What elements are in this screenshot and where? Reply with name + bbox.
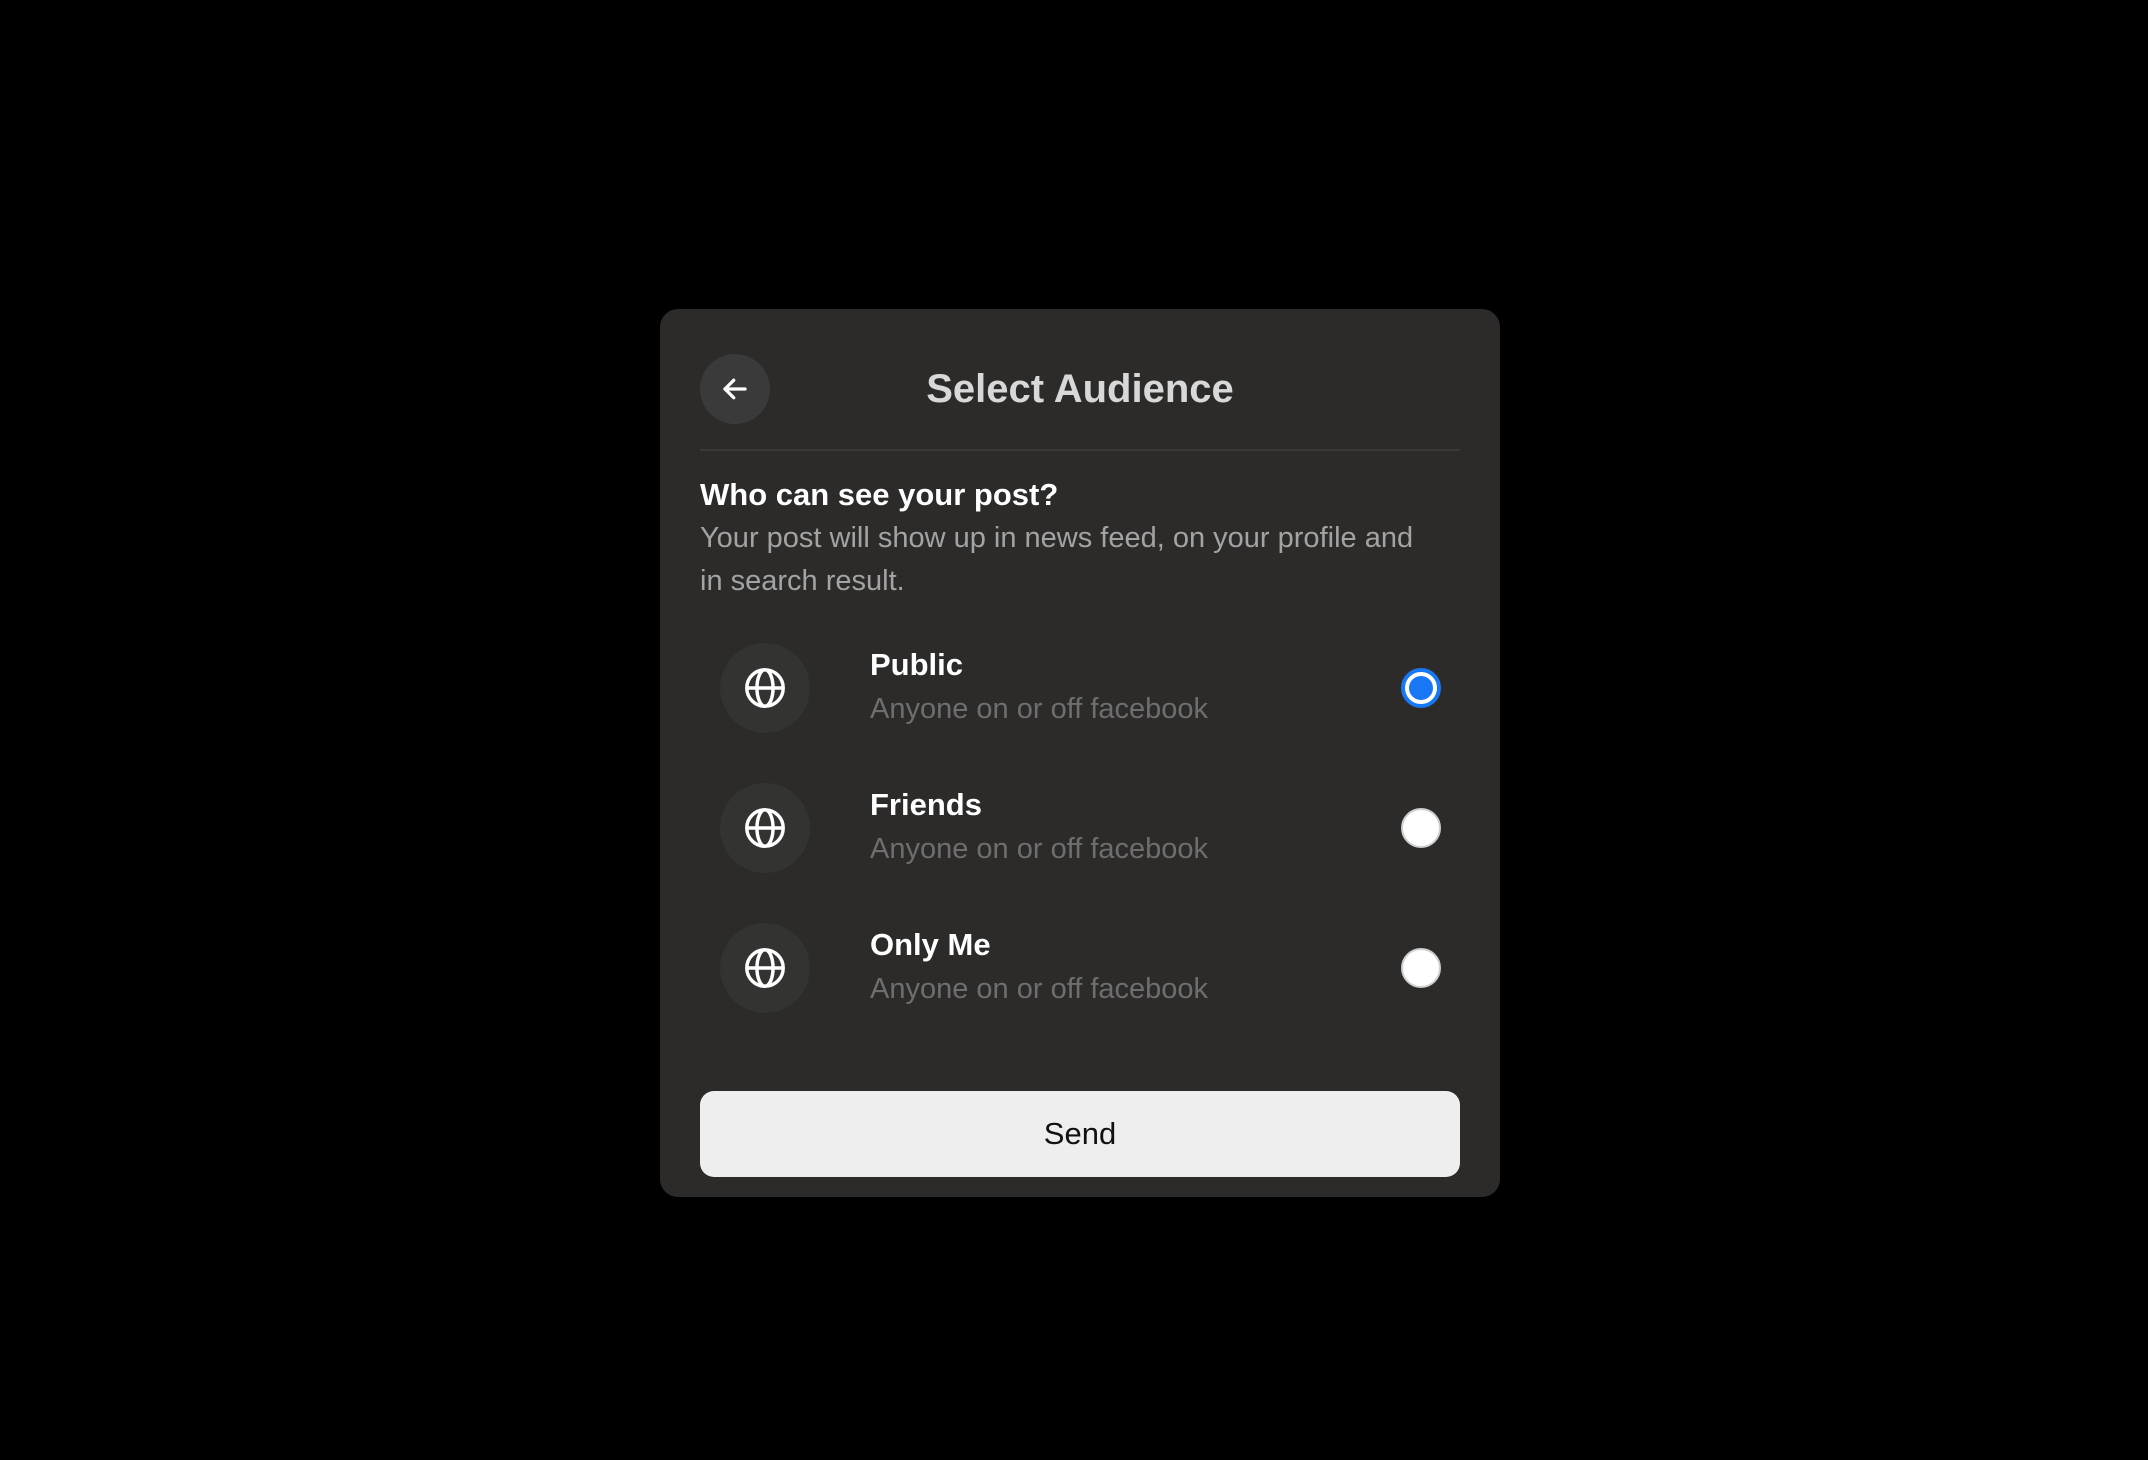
dialog-header: Select Audience [700, 309, 1460, 451]
option-subtitle: Anyone on or off facebook [870, 693, 1209, 725]
radio-only-me[interactable] [1401, 948, 1441, 988]
option-subtitle: Anyone on or off facebook [870, 833, 1209, 865]
send-button[interactable]: Send [700, 1091, 1460, 1177]
audience-question: Who can see your post? [700, 477, 1059, 512]
option-label: Public [870, 647, 964, 682]
globe-icon [720, 923, 810, 1013]
option-label: Only Me [870, 927, 991, 962]
radio-friends[interactable] [1401, 808, 1441, 848]
radio-public[interactable] [1401, 668, 1441, 708]
globe-icon [720, 643, 810, 733]
audience-description: Your post will show up in news feed, on … [700, 522, 1414, 597]
audience-options: Public Anyone on or off facebook Friends… [700, 643, 1460, 1063]
option-label: Friends [870, 787, 982, 822]
globe-icon [720, 783, 810, 873]
audience-option-only-me[interactable]: Only Me Anyone on or off facebook [700, 923, 1460, 1063]
option-text: Only Me Anyone on or off facebook [870, 925, 1208, 1009]
intro-section: Who can see your post? Your post will sh… [700, 451, 1460, 603]
option-text: Public Anyone on or off facebook [870, 645, 1208, 729]
audience-option-friends[interactable]: Friends Anyone on or off facebook [700, 783, 1460, 923]
option-text: Friends Anyone on or off facebook [870, 785, 1208, 869]
option-subtitle: Anyone on or off facebook [870, 973, 1209, 1005]
dialog-title: Select Audience [926, 367, 1234, 411]
select-audience-dialog: Select Audience Who can see your post? Y… [660, 309, 1500, 1197]
audience-option-public[interactable]: Public Anyone on or off facebook [700, 643, 1460, 783]
